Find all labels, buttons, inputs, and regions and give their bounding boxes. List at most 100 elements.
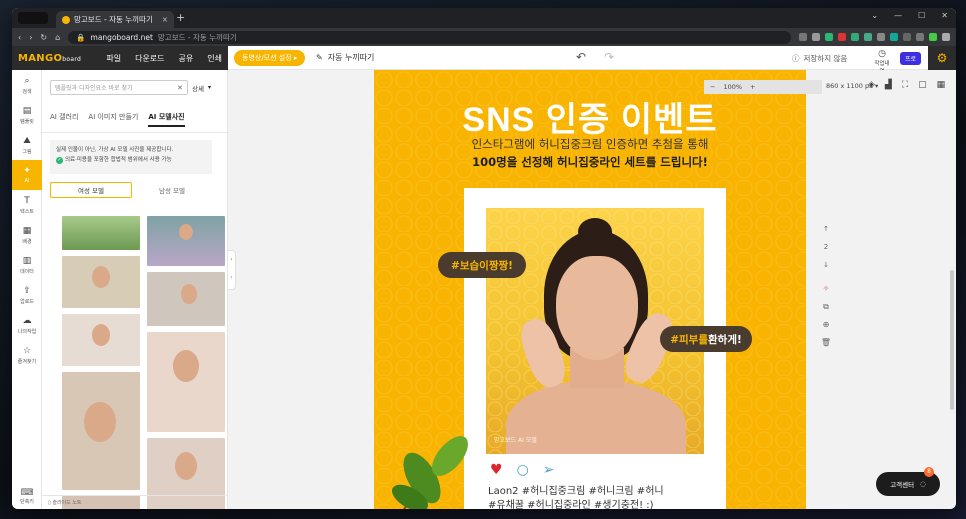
- undo-redo: ↶ ↷: [576, 50, 614, 64]
- rail-item-image[interactable]: ⛰ 그림: [12, 130, 42, 160]
- magic-wand-icon[interactable]: ✧: [820, 280, 832, 298]
- left-panel: 템플릿과 디자인요소 바로 찾기 ✕ 상세 ▾ AI 갤러리 AI 이미지 만들기…: [42, 70, 228, 509]
- settings-gear-icon[interactable]: ⚙: [928, 46, 956, 70]
- tab-ai-image-create[interactable]: AI 이미지 만들기: [88, 112, 138, 127]
- rail-item-my-work[interactable]: ☁ 나의작업: [12, 310, 42, 340]
- page-up-icon[interactable]: ↑: [820, 220, 832, 238]
- chevron-down-icon[interactable]: ⌄: [871, 11, 878, 20]
- leaf-decoration[interactable]: [392, 418, 482, 509]
- pro-button[interactable]: 프로: [900, 52, 922, 65]
- filename-field[interactable]: ✎ 자동 누끼따기: [316, 52, 374, 63]
- extension-icon[interactable]: [825, 33, 833, 41]
- post-caption-1[interactable]: Laon2 #허니집중크림 #허니크림 #허니: [488, 482, 664, 497]
- extension-icon[interactable]: [890, 33, 898, 41]
- panel-collapse-handle[interactable]: ‹ ›: [228, 250, 236, 290]
- template-icon: ▤: [22, 105, 32, 116]
- gender-tabs: 여성 모델 남성 모델: [50, 182, 212, 198]
- page-down-icon[interactable]: ↓: [820, 256, 832, 274]
- shortcuts-button[interactable]: ⌨ 단축키: [12, 488, 42, 505]
- rail-item-upload[interactable]: ⇪ 업로드: [12, 280, 42, 310]
- copy-page-icon[interactable]: ⧉: [820, 298, 832, 316]
- canvas-area: ‹ › SNS 인증 이벤트 인스타그램에 허니집중크림 인증하면 추첨을 통해 …: [228, 70, 956, 509]
- maximize-icon[interactable]: ☐: [918, 11, 925, 20]
- profile-icon[interactable]: [929, 33, 937, 41]
- post-caption-2[interactable]: #유채꿀 #허니집중라인 #생기충전! :): [488, 496, 654, 509]
- rail-item-search[interactable]: ⌕ 검색: [12, 70, 42, 100]
- info-icon: ⓘ: [792, 54, 800, 63]
- design-subtitle-1[interactable]: 인스타그램에 허니집중크림 인증하면 추첨을 통해: [374, 136, 806, 152]
- rail-item-favorites[interactable]: ☆ 즐겨찾기: [12, 340, 42, 370]
- model-thumbnail[interactable]: [147, 272, 225, 326]
- heart-icon: ♥: [490, 462, 503, 478]
- model-thumbnail[interactable]: [62, 256, 140, 308]
- zoom-in-button[interactable]: +: [750, 83, 755, 91]
- tab-female-model[interactable]: 여성 모델: [50, 182, 132, 198]
- extension-icon[interactable]: [877, 33, 885, 41]
- clear-icon[interactable]: ✕: [177, 84, 183, 92]
- design-title[interactable]: SNS 인증 이벤트: [374, 92, 806, 141]
- search-input[interactable]: 템플릿과 디자인요소 바로 찾기 ✕: [50, 80, 188, 95]
- menu-file[interactable]: 파일: [106, 53, 121, 64]
- back-icon[interactable]: ‹: [18, 33, 21, 42]
- rail-item-template[interactable]: ▤ 템플릿: [12, 100, 42, 130]
- zoom-level[interactable]: 100%: [723, 83, 742, 91]
- minimize-icon[interactable]: —: [894, 11, 902, 20]
- fit-icon[interactable]: ⛶: [902, 80, 908, 90]
- close-tab-icon[interactable]: ×: [162, 15, 168, 24]
- frame-icon[interactable]: ▢: [918, 80, 927, 90]
- logo[interactable]: MANGOboard: [18, 53, 81, 64]
- model-thumbnail[interactable]: [62, 216, 140, 250]
- tab-ai-model-photo[interactable]: AI 모델사진: [148, 112, 185, 127]
- extension-icon[interactable]: [838, 33, 846, 41]
- extension-icon[interactable]: [903, 33, 911, 41]
- layers-icon[interactable]: ◈: [868, 80, 875, 90]
- menu-download[interactable]: 다운로드: [135, 53, 164, 64]
- close-icon[interactable]: ✕: [941, 11, 948, 20]
- notice-box: 실제 인물이 아닌, 가상 AI 모델 사진을 제공합니다. ✓ 의료·미용을 포…: [50, 140, 212, 174]
- rail-item-background[interactable]: ▦ 배경: [12, 220, 42, 250]
- share-icon[interactable]: [799, 33, 807, 41]
- design-page[interactable]: SNS 인증 이벤트 인스타그램에 허니집중크림 인증하면 추첨을 통해 100…: [374, 70, 806, 509]
- bookmark-icon[interactable]: [812, 33, 820, 41]
- extension-icon[interactable]: [851, 33, 859, 41]
- rail-item-chart[interactable]: ▥ 데이터: [12, 250, 42, 280]
- model-thumbnail[interactable]: [62, 314, 140, 366]
- motion-settings-button[interactable]: 동영상/모션 설정 ▸: [234, 50, 306, 66]
- align-icon[interactable]: ▟: [885, 80, 892, 90]
- reload-icon[interactable]: ↻: [40, 33, 47, 42]
- save-status[interactable]: ⓘ 저장하지 않음: [792, 53, 847, 64]
- menu-share[interactable]: 공유: [179, 53, 194, 64]
- zoom-out-button[interactable]: −: [710, 83, 715, 91]
- forward-icon[interactable]: ›: [29, 33, 32, 42]
- speech-bubble-moisture[interactable]: #보습이짱짱!: [438, 252, 526, 278]
- speech-bubble-brighten[interactable]: #피부를 환하게!: [660, 326, 752, 352]
- tab-male-model[interactable]: 남성 모델: [132, 182, 212, 198]
- url-field[interactable]: 🔒 mangoboard.net 망고보드 - 자동 누끼따기: [68, 30, 791, 44]
- save-status-label: 저장하지 않음: [803, 54, 848, 63]
- design-subtitle-2[interactable]: 100명을 선정해 허니집중라인 세트를 드립니다!: [374, 154, 806, 170]
- grid-icon[interactable]: ▦: [937, 80, 946, 90]
- menu-print[interactable]: 인쇄: [207, 53, 222, 64]
- home-icon[interactable]: ⌂: [55, 33, 60, 42]
- tab-ai-gallery[interactable]: AI 갤러리: [50, 112, 78, 127]
- add-page-icon[interactable]: ⊕: [820, 316, 832, 334]
- vertical-scrollbar[interactable]: [950, 270, 954, 410]
- rail-item-text[interactable]: T 텍스트: [12, 190, 42, 220]
- model-thumbnail[interactable]: [147, 216, 225, 266]
- browser-tab[interactable]: 망고보드 - 자동 누끼따기 ×: [56, 11, 174, 28]
- extension-icon[interactable]: [916, 33, 924, 41]
- more-icon[interactable]: [942, 33, 950, 41]
- left-rail: ⌕ 검색 ▤ 템플릿 ⛰ 그림 ✦ AI T 텍스트 ▦ 배경 ▥ 데이터 ⇪ 업로드 ☁ 나의작…: [12, 70, 42, 509]
- detail-button[interactable]: 상세: [192, 83, 204, 93]
- delete-page-icon[interactable]: 🗑: [820, 334, 832, 352]
- redo-icon[interactable]: ↷: [604, 50, 614, 64]
- undo-icon[interactable]: ↶: [576, 50, 586, 64]
- rail-item-ai[interactable]: ✦ AI: [12, 160, 42, 190]
- chevron-down-icon[interactable]: ▾: [208, 84, 211, 91]
- model-thumbnail[interactable]: [62, 372, 140, 490]
- top-menu: 파일 다운로드 공유 인쇄: [106, 53, 222, 64]
- slide-note-button[interactable]: ▯ 슬라이드 노트: [42, 495, 227, 509]
- new-tab-icon[interactable]: +: [176, 11, 185, 24]
- model-thumbnail[interactable]: [147, 332, 225, 432]
- extension-icon[interactable]: [864, 33, 872, 41]
